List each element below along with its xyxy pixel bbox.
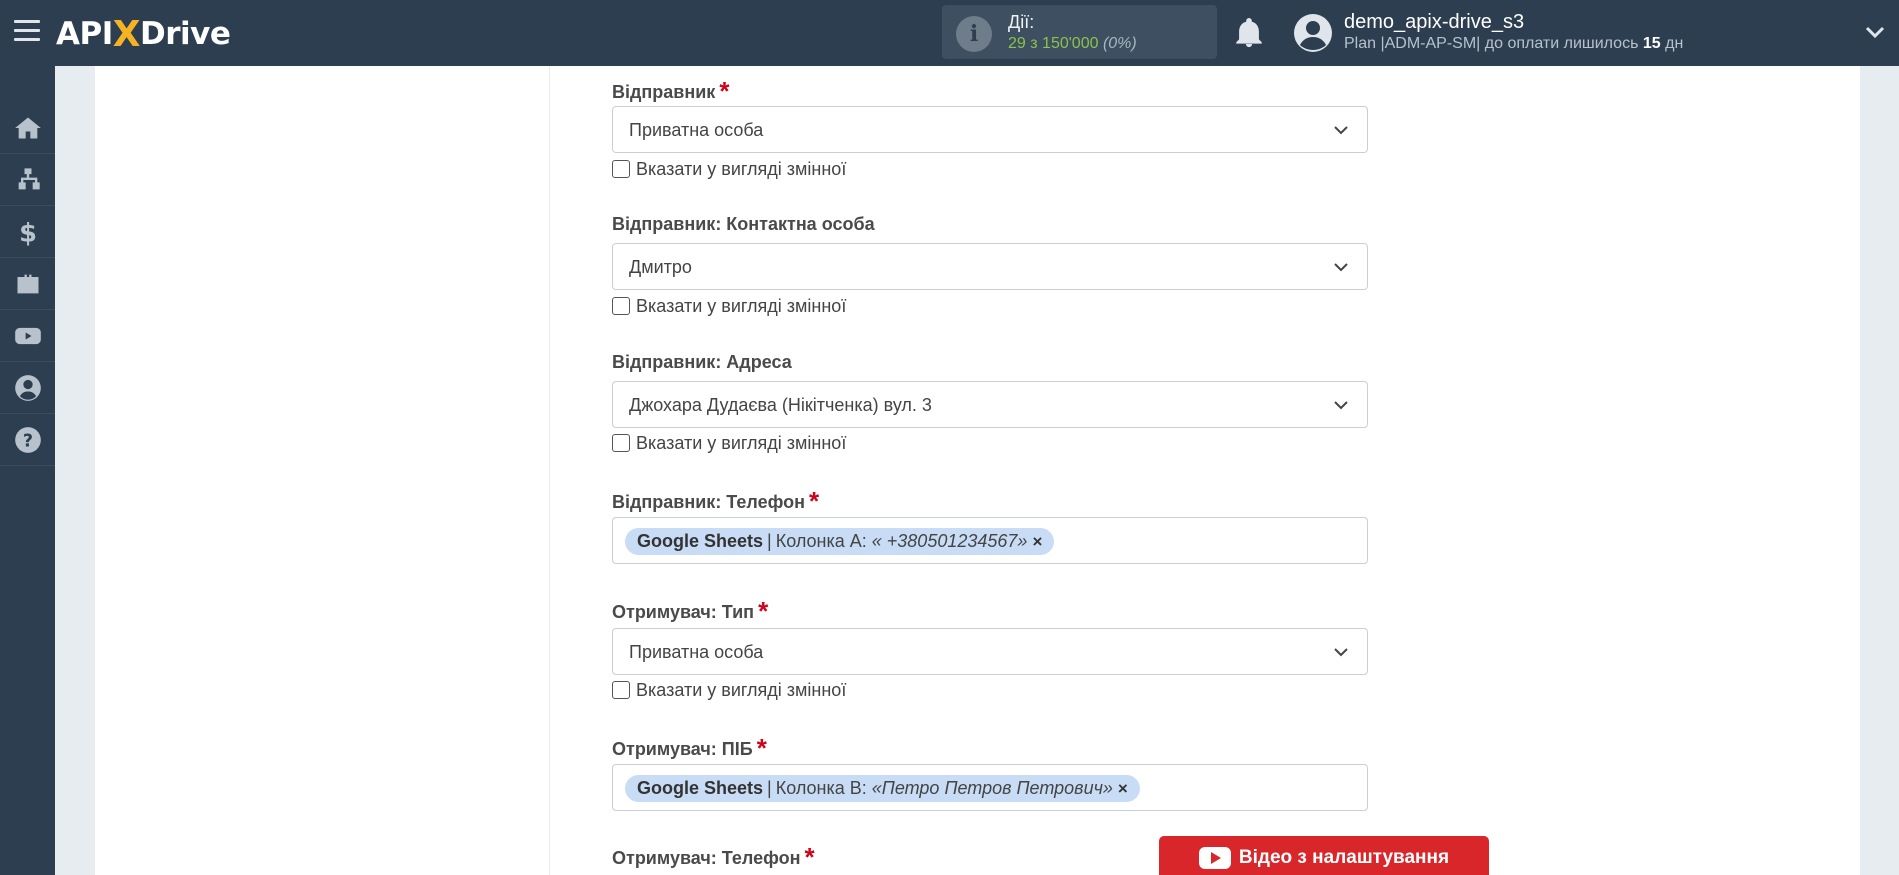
sidebar-item-services[interactable] — [0, 258, 55, 310]
sidebar-item-help[interactable]: ? — [0, 414, 55, 466]
user-name[interactable]: demo_apix-drive_s3 — [1344, 11, 1524, 34]
sender-select[interactable]: Приватна особа — [612, 106, 1368, 153]
info-icon: i — [956, 16, 992, 52]
recipient-name-label: Отримувач: ПІБ * — [612, 733, 767, 763]
sender-variable-checkbox[interactable]: Вказати у вигляді змінної — [612, 158, 846, 180]
question-circle-icon: ? — [14, 426, 41, 453]
chevron-down-icon — [1334, 648, 1348, 657]
recipient-phone-label: Отримувач: Телефон * — [612, 842, 815, 872]
sender-contact-select[interactable]: Дмитро — [612, 243, 1368, 290]
logo[interactable]: APIXDrive — [56, 12, 231, 55]
user-plan: Plan |ADM-AP-SM| до оплати лишилось 15 д… — [1344, 35, 1684, 52]
user-circle-icon — [14, 374, 41, 401]
svg-text:?: ? — [22, 431, 32, 451]
youtube-icon — [1198, 847, 1231, 869]
sender-label: Відправник * — [612, 76, 730, 106]
sidebar: $ ? — [0, 66, 55, 875]
bell-icon[interactable] — [1232, 16, 1266, 50]
sidebar-item-profile[interactable] — [0, 362, 55, 414]
home-icon — [14, 117, 41, 138]
sitemap-icon — [18, 167, 40, 189]
actions-label: Дії: — [1008, 12, 1035, 32]
actions-value: 29 з 150'000 (0%) — [1008, 35, 1137, 52]
sender-address-select[interactable]: Джохара Дудаєва (Нікітченка) вул. 3 — [612, 381, 1368, 428]
remove-tag-icon[interactable]: × — [1032, 532, 1042, 552]
sidebar-item-video[interactable] — [0, 310, 55, 362]
sidebar-item-billing[interactable]: $ — [0, 206, 55, 258]
sender-address-label: Відправник: Адреса — [612, 352, 792, 372]
sender-address-variable-checkbox[interactable]: Вказати у вигляді змінної — [612, 432, 846, 454]
top-bar: APIXDrive i Дії: 29 з 150'000 (0%) demo_… — [0, 0, 1899, 66]
field-tag: Google Sheets | Колонка A: « +3805012345… — [625, 528, 1055, 555]
field-tag: Google Sheets | Колонка B: «Петро Петров… — [625, 775, 1140, 802]
remove-tag-icon[interactable]: × — [1118, 779, 1128, 799]
recipient-name-input[interactable]: Google Sheets | Колонка B: «Петро Петров… — [612, 764, 1368, 811]
chevron-down-icon — [1334, 263, 1348, 272]
sidebar-item-connections[interactable] — [0, 154, 55, 206]
youtube-icon — [14, 327, 41, 344]
actions-counter[interactable]: i Дії: 29 з 150'000 (0%) — [942, 5, 1217, 59]
left-panel — [95, 66, 549, 875]
menu-icon[interactable] — [14, 20, 40, 42]
chevron-down-icon[interactable] — [1864, 22, 1886, 42]
briefcase-icon — [17, 274, 38, 293]
avatar[interactable] — [1293, 13, 1333, 53]
sender-contact-label: Відправник: Контактна особа — [612, 214, 875, 234]
chevron-down-icon — [1334, 401, 1348, 410]
recipient-type-variable-checkbox[interactable]: Вказати у вигляді змінної — [612, 679, 846, 701]
video-settings-button[interactable]: Відео з налаштування — [1159, 836, 1489, 875]
dollar-icon: $ — [19, 218, 37, 246]
sender-phone-label: Відправник: Телефон * — [612, 486, 820, 516]
chevron-down-icon — [1334, 126, 1348, 135]
sidebar-item-home[interactable] — [0, 102, 55, 154]
svg-text:$: $ — [19, 218, 37, 246]
sender-contact-variable-checkbox[interactable]: Вказати у вигляді змінної — [612, 295, 846, 317]
recipient-type-select[interactable]: Приватна особа — [612, 628, 1368, 675]
recipient-type-label: Отримувач: Тип * — [612, 596, 769, 626]
sender-phone-input[interactable]: Google Sheets | Колонка A: « +3805012345… — [612, 517, 1368, 564]
